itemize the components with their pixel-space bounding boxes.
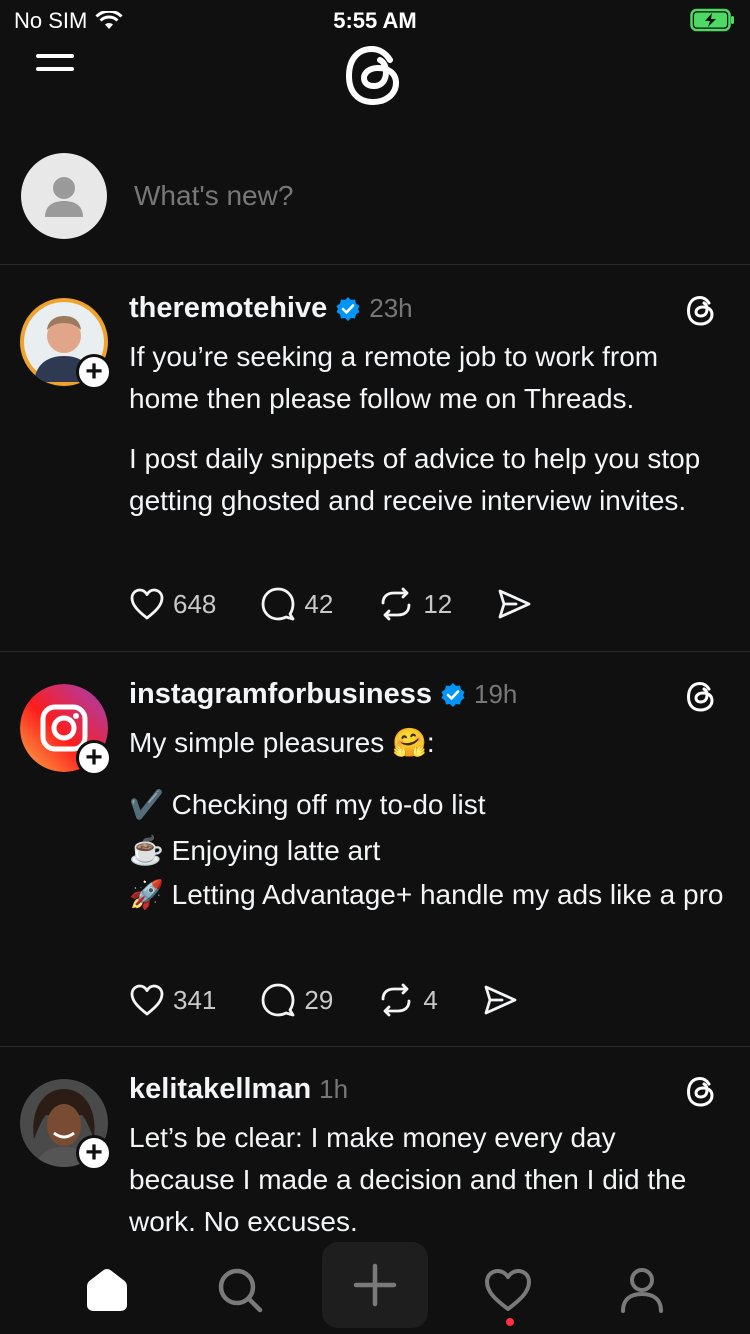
list-emoji: 🚀 bbox=[129, 879, 164, 910]
share-icon bbox=[484, 985, 517, 1015]
repost-button[interactable]: 12 bbox=[377, 587, 452, 621]
tab-home[interactable] bbox=[77, 1260, 137, 1320]
home-icon bbox=[87, 1269, 127, 1311]
profile-icon bbox=[621, 1268, 663, 1313]
username[interactable]: kelitakellman bbox=[129, 1073, 311, 1106]
top-bar bbox=[0, 40, 750, 110]
share-button[interactable] bbox=[496, 587, 532, 621]
search-icon bbox=[218, 1268, 263, 1313]
post-actions: 648 42 12 bbox=[129, 586, 576, 622]
threads-logo-icon[interactable] bbox=[684, 292, 718, 328]
comment-icon bbox=[261, 983, 295, 1017]
post-time: 1h bbox=[319, 1074, 349, 1104]
divider bbox=[0, 1046, 750, 1047]
threads-logo-icon[interactable] bbox=[684, 678, 718, 714]
divider bbox=[0, 651, 750, 652]
post-body: My simple pleasures 🤗: ✔️ Checking off m… bbox=[129, 722, 729, 916]
comment-icon bbox=[261, 587, 295, 621]
share-button[interactable] bbox=[482, 983, 518, 1017]
follow-button[interactable]: + bbox=[76, 354, 112, 390]
threads-logo-icon[interactable] bbox=[684, 1073, 718, 1109]
compose-row[interactable]: What's new? bbox=[0, 150, 750, 264]
post-header: kelitakellman 1h bbox=[129, 1073, 348, 1106]
tab-activity[interactable] bbox=[478, 1260, 538, 1320]
like-button[interactable]: 341 bbox=[129, 983, 216, 1017]
clock: 5:55 AM bbox=[333, 8, 417, 33]
tab-new-post[interactable] bbox=[322, 1242, 428, 1328]
repost-button[interactable]: 4 bbox=[377, 983, 438, 1017]
my-avatar[interactable] bbox=[21, 153, 107, 239]
post-time: 19h bbox=[473, 679, 518, 709]
new-post-icon bbox=[353, 1263, 397, 1307]
post-time: 23h bbox=[369, 293, 413, 323]
battery-icon bbox=[690, 8, 736, 38]
follow-button[interactable]: + bbox=[76, 740, 112, 776]
reply-button[interactable]: 29 bbox=[260, 982, 333, 1018]
like-count: 648 bbox=[173, 588, 217, 619]
divider bbox=[0, 264, 750, 265]
post-text: If you’re seeking a remote job to work f… bbox=[129, 341, 659, 414]
reply-count: 42 bbox=[304, 588, 334, 619]
threads-logo-icon[interactable] bbox=[340, 40, 408, 108]
username[interactable]: theremotehive bbox=[129, 292, 327, 325]
list-item: ☕ Enjoying latte art bbox=[129, 828, 729, 874]
activity-icon bbox=[485, 1269, 531, 1311]
thread-post[interactable]: + kelitakellman 1h Let’s be clear: I mak… bbox=[0, 1073, 750, 1239]
username[interactable]: instagramforbusiness bbox=[129, 678, 432, 711]
post-text: I post daily snippets of advice to help … bbox=[129, 443, 701, 516]
notification-dot bbox=[506, 1318, 514, 1326]
compose-placeholder[interactable]: What's new? bbox=[134, 180, 293, 212]
post-actions: 341 29 4 bbox=[129, 982, 562, 1018]
list-text: Enjoying latte art bbox=[171, 835, 381, 866]
post-text: Let’s be clear: I make money every day b… bbox=[129, 1122, 687, 1237]
reply-count: 29 bbox=[304, 984, 334, 1015]
like-count: 341 bbox=[173, 984, 217, 1015]
tab-search[interactable] bbox=[210, 1260, 270, 1320]
post-text: My simple pleasures 🤗: bbox=[129, 727, 435, 758]
post-header: theremotehive 23h bbox=[129, 292, 413, 325]
menu-icon[interactable] bbox=[36, 54, 76, 84]
tab-bar bbox=[0, 1238, 750, 1334]
post-header: instagramforbusiness 19h bbox=[129, 678, 517, 711]
thread-post[interactable]: + instagramforbusiness 19h My simple ple… bbox=[0, 678, 750, 1017]
status-bar: No SIM 5:55 AM bbox=[0, 0, 750, 40]
verified-badge-icon bbox=[441, 682, 465, 707]
heart-icon bbox=[130, 984, 164, 1016]
list-emoji: ✔️ bbox=[129, 789, 164, 820]
heart-icon bbox=[130, 588, 164, 620]
tab-profile[interactable] bbox=[612, 1260, 672, 1320]
list-text: Checking off my to-do list bbox=[171, 789, 486, 820]
thread-post[interactable]: + theremotehive 23h If you’re seeking a … bbox=[0, 292, 750, 621]
post-body: If you’re seeking a remote job to work f… bbox=[129, 336, 729, 540]
list-emoji: ☕ bbox=[129, 835, 164, 866]
repost-icon bbox=[381, 587, 411, 621]
repost-icon bbox=[381, 983, 411, 1017]
list-item: 🚀 Letting Advantage+ handle my ads like … bbox=[129, 874, 729, 916]
follow-button[interactable]: + bbox=[76, 1135, 112, 1171]
reply-button[interactable]: 42 bbox=[260, 586, 333, 622]
share-icon bbox=[498, 589, 531, 619]
like-button[interactable]: 648 bbox=[129, 587, 216, 621]
list-item: ✔️ Checking off my to-do list bbox=[129, 782, 729, 828]
list-text: Letting Advantage+ handle my ads like a … bbox=[171, 879, 724, 910]
verified-badge-icon bbox=[336, 296, 360, 321]
repost-count: 4 bbox=[423, 984, 438, 1015]
repost-count: 12 bbox=[423, 588, 453, 619]
